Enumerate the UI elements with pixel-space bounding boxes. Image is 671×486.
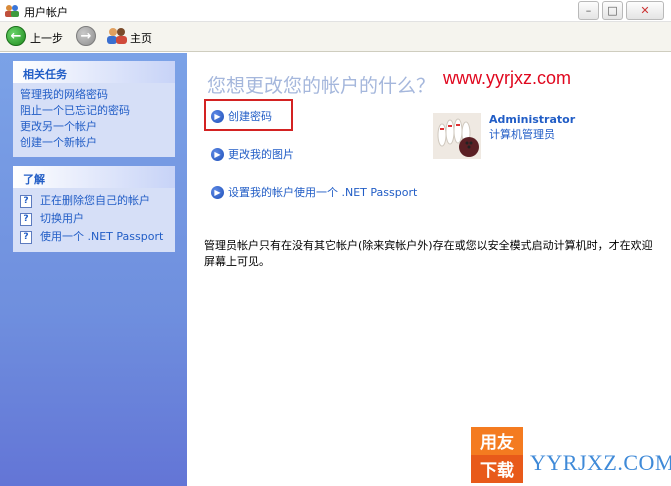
help-icon: ? bbox=[20, 194, 32, 208]
task-create-new-account[interactable]: 创建一个新帐户 bbox=[20, 135, 169, 151]
user-accounts-icon bbox=[5, 5, 19, 17]
brand-site-text: YYRJXZ.COM bbox=[530, 450, 671, 475]
create-password-link[interactable]: ▶ 创建密码 bbox=[211, 108, 272, 124]
learn-switch-user[interactable]: ? 切换用户 bbox=[20, 210, 169, 228]
learn-item-label: 使用一个 .NET Passport bbox=[40, 230, 164, 243]
account-name: Administrator bbox=[489, 113, 576, 126]
learn-use-net-passport[interactable]: ? 使用一个 .NET Passport bbox=[20, 228, 169, 246]
brand-logo: 用友 下载 bbox=[471, 427, 523, 483]
net-passport-link[interactable]: ▶ 设置我的帐户使用一个 .NET Passport bbox=[211, 184, 417, 200]
account-card: Administrator 计算机管理员 bbox=[433, 111, 633, 161]
account-role: 计算机管理员 bbox=[489, 128, 555, 141]
learn-item-label: 正在删除您自己的帐户 bbox=[40, 194, 150, 207]
task-change-another-account[interactable]: 更改另一个帐户 bbox=[20, 119, 169, 135]
home-button[interactable]: 主页 bbox=[130, 30, 152, 46]
action-label: 设置我的帐户使用一个 .NET Passport bbox=[228, 186, 418, 199]
learn-panel: 了解 ? 正在删除您自己的帐户 ? 切换用户 ? 使用一个 .NET Passp… bbox=[13, 166, 175, 252]
related-tasks-header[interactable]: 相关任务 bbox=[13, 61, 175, 83]
help-icon: ? bbox=[20, 212, 32, 226]
arrow-right-icon: ▶ bbox=[211, 147, 224, 161]
learn-header[interactable]: 了解 bbox=[13, 166, 175, 188]
back-label[interactable]: 上一步 bbox=[30, 30, 63, 46]
forward-arrow-icon: → bbox=[80, 28, 92, 44]
maximize-button[interactable]: □ bbox=[602, 1, 623, 20]
help-icon: ? bbox=[20, 230, 32, 244]
home-users-icon[interactable] bbox=[106, 27, 128, 45]
back-arrow-icon: ← bbox=[10, 28, 22, 44]
close-button[interactable]: ✕ bbox=[626, 1, 664, 20]
related-tasks-panel: 相关任务 管理我的网络密码 阻止一个已忘记的密码 更改另一个帐户 创建一个新帐户 bbox=[13, 61, 175, 157]
task-prevent-forgotten-password[interactable]: 阻止一个已忘记的密码 bbox=[20, 103, 169, 119]
action-label: 更改我的图片 bbox=[228, 148, 294, 161]
learn-delete-own-account[interactable]: ? 正在删除您自己的帐户 bbox=[20, 192, 169, 210]
watermark-text: www.yyrjxz.com bbox=[443, 68, 572, 88]
logo-top-text: 用友 bbox=[480, 432, 514, 453]
learn-item-label: 切换用户 bbox=[40, 212, 84, 225]
page-title: 您想更改您的帐户的什么？ bbox=[207, 75, 436, 97]
toolbar: ← 上一步 → 主页 bbox=[0, 22, 671, 52]
task-manage-network-passwords[interactable]: 管理我的网络密码 bbox=[20, 87, 169, 103]
forward-button[interactable]: → bbox=[76, 26, 96, 46]
title-bar: 用户帐户 – □ ✕ bbox=[0, 0, 671, 22]
action-label: 创建密码 bbox=[228, 110, 272, 123]
logo-bottom-text: 下载 bbox=[480, 460, 514, 481]
minimize-button[interactable]: – bbox=[578, 1, 599, 20]
task-pane: 相关任务 管理我的网络密码 阻止一个已忘记的密码 更改另一个帐户 创建一个新帐户… bbox=[0, 53, 187, 486]
info-note: 管理员帐户只有在没有其它帐户(除来宾帐户外)存在或您以安全模式启动计算机时，才在… bbox=[204, 239, 653, 268]
change-picture-link[interactable]: ▶ 更改我的图片 bbox=[211, 146, 294, 162]
window-title: 用户帐户 bbox=[24, 6, 68, 19]
back-button[interactable]: ← bbox=[6, 26, 26, 46]
bowling-icon bbox=[433, 113, 481, 159]
main-content: 您想更改您的帐户的什么？ www.yyrjxz.com ▶ 创建密码 ▶ 更改我… bbox=[187, 53, 671, 486]
arrow-right-icon: ▶ bbox=[211, 185, 224, 199]
arrow-right-icon: ▶ bbox=[211, 109, 224, 123]
account-picture[interactable] bbox=[433, 113, 481, 159]
